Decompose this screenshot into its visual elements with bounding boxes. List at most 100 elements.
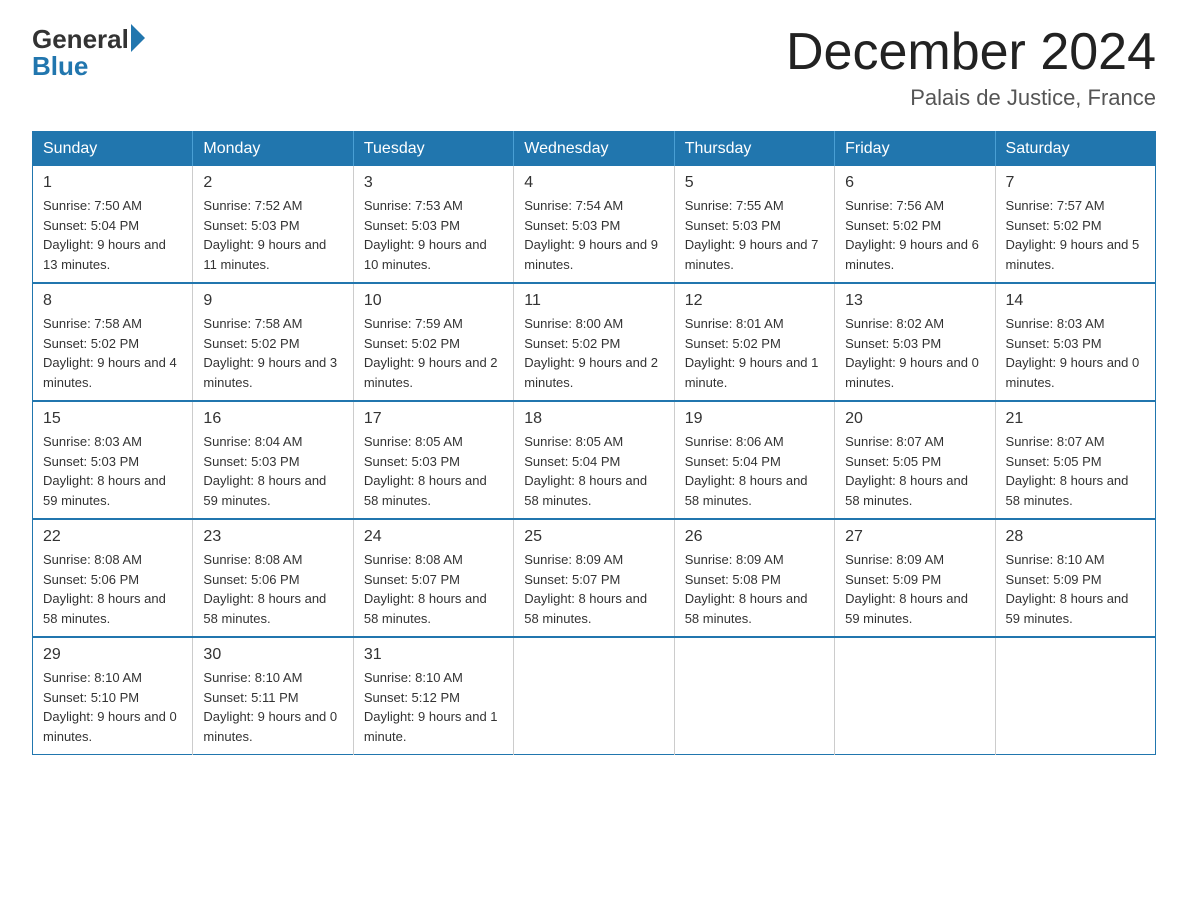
day-info: Sunrise: 8:01 AMSunset: 5:02 PMDaylight:… xyxy=(685,314,824,392)
calendar-cell xyxy=(674,637,834,755)
calendar-cell: 1 Sunrise: 7:50 AMSunset: 5:04 PMDaylight… xyxy=(33,166,193,283)
day-info: Sunrise: 7:57 AMSunset: 5:02 PMDaylight:… xyxy=(1006,196,1145,274)
calendar-cell: 2 Sunrise: 7:52 AMSunset: 5:03 PMDaylight… xyxy=(193,166,353,283)
day-number: 26 xyxy=(685,528,824,546)
weekday-header-tuesday: Tuesday xyxy=(353,132,513,167)
calendar-week-row: 29 Sunrise: 8:10 AMSunset: 5:10 PMDayligh… xyxy=(33,637,1156,755)
month-title: December 2024 xyxy=(786,24,1156,81)
day-info: Sunrise: 8:10 AMSunset: 5:10 PMDaylight:… xyxy=(43,668,182,746)
calendar-table: SundayMondayTuesdayWednesdayThursdayFrid… xyxy=(32,131,1156,755)
day-info: Sunrise: 8:03 AMSunset: 5:03 PMDaylight:… xyxy=(1006,314,1145,392)
day-info: Sunrise: 7:52 AMSunset: 5:03 PMDaylight:… xyxy=(203,196,342,274)
day-info: Sunrise: 7:53 AMSunset: 5:03 PMDaylight:… xyxy=(364,196,503,274)
day-number: 31 xyxy=(364,646,503,664)
day-number: 29 xyxy=(43,646,182,664)
calendar-cell: 25 Sunrise: 8:09 AMSunset: 5:07 PMDayligh… xyxy=(514,519,674,637)
calendar-cell: 23Sunrise: 8:08 AMSunset: 5:06 PMDayligh… xyxy=(193,519,353,637)
header-title-section: December 2024 Palais de Justice, France xyxy=(786,24,1156,111)
calendar-cell: 4 Sunrise: 7:54 AMSunset: 5:03 PMDaylight… xyxy=(514,166,674,283)
day-number: 25 xyxy=(524,528,663,546)
day-number: 1 xyxy=(43,174,182,192)
calendar-cell: 26 Sunrise: 8:09 AMSunset: 5:08 PMDayligh… xyxy=(674,519,834,637)
calendar-cell: 5 Sunrise: 7:55 AMSunset: 5:03 PMDaylight… xyxy=(674,166,834,283)
day-number: 22 xyxy=(43,528,182,546)
day-number: 13 xyxy=(845,292,984,310)
weekday-header-wednesday: Wednesday xyxy=(514,132,674,167)
day-info: Sunrise: 8:00 AMSunset: 5:02 PMDaylight:… xyxy=(524,314,663,392)
calendar-cell: 6Sunrise: 7:56 AMSunset: 5:02 PMDaylight… xyxy=(835,166,995,283)
calendar-cell: 16 Sunrise: 8:04 AMSunset: 5:03 PMDayligh… xyxy=(193,401,353,519)
day-info: Sunrise: 8:09 AMSunset: 5:09 PMDaylight:… xyxy=(845,550,984,628)
day-number: 2 xyxy=(203,174,342,192)
day-info: Sunrise: 8:04 AMSunset: 5:03 PMDaylight:… xyxy=(203,432,342,510)
logo-blue-text: Blue xyxy=(32,51,88,82)
day-info: Sunrise: 7:59 AMSunset: 5:02 PMDaylight:… xyxy=(364,314,503,392)
calendar-cell: 11 Sunrise: 8:00 AMSunset: 5:02 PMDayligh… xyxy=(514,283,674,401)
day-info: Sunrise: 8:03 AMSunset: 5:03 PMDaylight:… xyxy=(43,432,182,510)
day-number: 24 xyxy=(364,528,503,546)
day-number: 21 xyxy=(1006,410,1145,428)
day-number: 19 xyxy=(685,410,824,428)
weekday-header-thursday: Thursday xyxy=(674,132,834,167)
day-number: 30 xyxy=(203,646,342,664)
calendar-cell: 27Sunrise: 8:09 AMSunset: 5:09 PMDayligh… xyxy=(835,519,995,637)
day-info: Sunrise: 8:05 AMSunset: 5:03 PMDaylight:… xyxy=(364,432,503,510)
day-info: Sunrise: 8:06 AMSunset: 5:04 PMDaylight:… xyxy=(685,432,824,510)
day-number: 17 xyxy=(364,410,503,428)
day-number: 5 xyxy=(685,174,824,192)
day-number: 28 xyxy=(1006,528,1145,546)
calendar-week-row: 1 Sunrise: 7:50 AMSunset: 5:04 PMDaylight… xyxy=(33,166,1156,283)
day-number: 16 xyxy=(203,410,342,428)
day-number: 3 xyxy=(364,174,503,192)
day-number: 4 xyxy=(524,174,663,192)
calendar-cell: 30 Sunrise: 8:10 AMSunset: 5:11 PMDayligh… xyxy=(193,637,353,755)
day-info: Sunrise: 8:10 AMSunset: 5:11 PMDaylight:… xyxy=(203,668,342,746)
day-info: Sunrise: 8:02 AMSunset: 5:03 PMDaylight:… xyxy=(845,314,984,392)
calendar-week-row: 8Sunrise: 7:58 AMSunset: 5:02 PMDaylight… xyxy=(33,283,1156,401)
day-number: 11 xyxy=(524,292,663,310)
day-info: Sunrise: 7:50 AMSunset: 5:04 PMDaylight:… xyxy=(43,196,182,274)
calendar-cell: 19 Sunrise: 8:06 AMSunset: 5:04 PMDayligh… xyxy=(674,401,834,519)
calendar-cell: 17 Sunrise: 8:05 AMSunset: 5:03 PMDayligh… xyxy=(353,401,513,519)
calendar-cell: 22Sunrise: 8:08 AMSunset: 5:06 PMDayligh… xyxy=(33,519,193,637)
calendar-cell: 21 Sunrise: 8:07 AMSunset: 5:05 PMDayligh… xyxy=(995,401,1155,519)
day-number: 23 xyxy=(203,528,342,546)
calendar-body: 1 Sunrise: 7:50 AMSunset: 5:04 PMDaylight… xyxy=(33,166,1156,755)
day-info: Sunrise: 7:58 AMSunset: 5:02 PMDaylight:… xyxy=(203,314,342,392)
day-info: Sunrise: 8:09 AMSunset: 5:07 PMDaylight:… xyxy=(524,550,663,628)
logo-triangle-icon xyxy=(131,24,145,52)
calendar-cell: 7 Sunrise: 7:57 AMSunset: 5:02 PMDaylight… xyxy=(995,166,1155,283)
calendar-cell: 31 Sunrise: 8:10 AMSunset: 5:12 PMDayligh… xyxy=(353,637,513,755)
day-info: Sunrise: 8:07 AMSunset: 5:05 PMDaylight:… xyxy=(1006,432,1145,510)
day-info: Sunrise: 8:09 AMSunset: 5:08 PMDaylight:… xyxy=(685,550,824,628)
day-number: 15 xyxy=(43,410,182,428)
day-number: 18 xyxy=(524,410,663,428)
page-header: General Blue December 2024 Palais de Jus… xyxy=(32,24,1156,111)
calendar-cell xyxy=(835,637,995,755)
weekday-header-saturday: Saturday xyxy=(995,132,1155,167)
weekday-header-row: SundayMondayTuesdayWednesdayThursdayFrid… xyxy=(33,132,1156,167)
day-info: Sunrise: 7:54 AMSunset: 5:03 PMDaylight:… xyxy=(524,196,663,274)
calendar-cell xyxy=(514,637,674,755)
day-info: Sunrise: 7:56 AMSunset: 5:02 PMDaylight:… xyxy=(845,196,984,274)
day-number: 14 xyxy=(1006,292,1145,310)
day-info: Sunrise: 8:08 AMSunset: 5:07 PMDaylight:… xyxy=(364,550,503,628)
calendar-cell: 28 Sunrise: 8:10 AMSunset: 5:09 PMDayligh… xyxy=(995,519,1155,637)
day-info: Sunrise: 8:10 AMSunset: 5:09 PMDaylight:… xyxy=(1006,550,1145,628)
calendar-week-row: 15 Sunrise: 8:03 AMSunset: 5:03 PMDayligh… xyxy=(33,401,1156,519)
weekday-header-sunday: Sunday xyxy=(33,132,193,167)
day-number: 7 xyxy=(1006,174,1145,192)
weekday-header-friday: Friday xyxy=(835,132,995,167)
calendar-week-row: 22Sunrise: 8:08 AMSunset: 5:06 PMDayligh… xyxy=(33,519,1156,637)
calendar-cell: 13 Sunrise: 8:02 AMSunset: 5:03 PMDayligh… xyxy=(835,283,995,401)
calendar-cell: 8Sunrise: 7:58 AMSunset: 5:02 PMDaylight… xyxy=(33,283,193,401)
calendar-cell: 24 Sunrise: 8:08 AMSunset: 5:07 PMDayligh… xyxy=(353,519,513,637)
day-info: Sunrise: 7:58 AMSunset: 5:02 PMDaylight:… xyxy=(43,314,182,392)
calendar-cell: 9Sunrise: 7:58 AMSunset: 5:02 PMDaylight… xyxy=(193,283,353,401)
logo: General Blue xyxy=(32,24,145,82)
calendar-cell: 10Sunrise: 7:59 AMSunset: 5:02 PMDayligh… xyxy=(353,283,513,401)
calendar-cell: 12Sunrise: 8:01 AMSunset: 5:02 PMDayligh… xyxy=(674,283,834,401)
calendar-header: SundayMondayTuesdayWednesdayThursdayFrid… xyxy=(33,132,1156,167)
day-info: Sunrise: 8:10 AMSunset: 5:12 PMDaylight:… xyxy=(364,668,503,746)
day-info: Sunrise: 7:55 AMSunset: 5:03 PMDaylight:… xyxy=(685,196,824,274)
